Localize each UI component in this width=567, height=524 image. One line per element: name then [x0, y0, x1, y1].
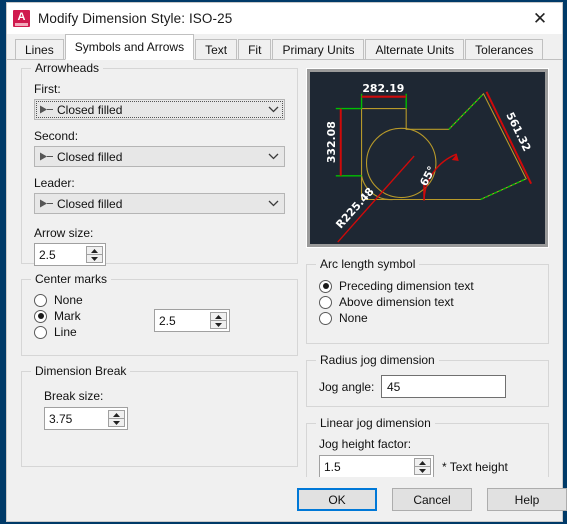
second-arrowhead-dropdown[interactable]: Closed filled — [34, 146, 285, 167]
center-mark-option-line-label: Line — [54, 325, 77, 339]
tab-symbols-and-arrows[interactable]: Symbols and Arrows — [64, 34, 195, 60]
window-title: Modify Dimension Style: ISO-25 — [38, 11, 233, 26]
title-bar: A Modify Dimension Style: ISO-25 ✕ — [7, 3, 562, 34]
radio-icon — [319, 279, 332, 293]
arrow-size-stepper[interactable] — [34, 243, 106, 266]
center-mark-option-none-label: None — [54, 293, 83, 307]
jog-height-suffix: * Text height — [442, 459, 508, 474]
second-arrowhead-value: Closed filled — [57, 149, 123, 164]
center-marks-group: Center marks None Mark Line 2.5 — [21, 272, 298, 356]
tab-tolerances[interactable]: Tolerances — [465, 39, 544, 59]
closed-filled-arrow-icon — [35, 199, 57, 208]
leader-arrowhead-value: Closed filled — [57, 196, 123, 211]
right-column: 282.19 332.08 561.32 R225.48 65° Arc len… — [306, 68, 549, 489]
radio-icon — [34, 309, 47, 323]
leader-arrowhead-dropdown[interactable]: Closed filled — [34, 193, 285, 214]
jog-height-decrement-button[interactable] — [414, 466, 431, 475]
left-column: Arrowheads First: Closed filled Second: — [21, 61, 298, 467]
arc-length-option-none[interactable]: None — [319, 311, 536, 325]
jog-angle-label: Jog angle: — [319, 379, 375, 394]
jog-angle-field[interactable] — [381, 375, 506, 398]
first-arrowhead-value: Closed filled — [57, 102, 123, 117]
arc-length-option-preceding-label: Preceding dimension text — [339, 279, 474, 293]
dimension-preview: 282.19 332.08 561.32 R225.48 65° — [306, 68, 549, 248]
arrow-size-input[interactable] — [35, 244, 86, 265]
break-size-increment-button[interactable] — [108, 410, 125, 418]
close-icon[interactable]: ✕ — [518, 3, 562, 34]
center-mark-option-mark[interactable]: Mark — [34, 309, 154, 323]
center-mark-size-stepper[interactable] — [154, 309, 230, 332]
dimension-break-legend: Dimension Break — [31, 364, 131, 378]
center-mark-size-input[interactable] — [155, 310, 210, 331]
radio-icon — [319, 295, 332, 309]
linear-jog-legend: Linear jog dimension — [316, 416, 435, 430]
arrow-size-increment-button[interactable] — [86, 246, 103, 254]
center-mark-size-decrement-button[interactable] — [210, 320, 227, 329]
break-size-stepper[interactable] — [44, 407, 128, 430]
jog-height-factor-input[interactable] — [320, 456, 414, 477]
radius-jog-legend: Radius jog dimension — [316, 353, 439, 367]
chevron-down-icon — [262, 153, 284, 160]
second-arrowhead-label: Second: — [34, 129, 79, 143]
arc-length-symbol-group: Arc length symbol Preceding dimension te… — [306, 257, 549, 344]
dimension-break-group: Dimension Break Break size: — [21, 364, 298, 467]
jog-angle-input[interactable] — [382, 379, 505, 394]
chevron-down-icon — [262, 106, 284, 113]
center-mark-size-increment-button[interactable] — [210, 312, 227, 320]
tab-lines[interactable]: Lines — [15, 39, 64, 59]
arrowheads-group: Arrowheads First: Closed filled Second: — [21, 61, 298, 266]
center-mark-option-none[interactable]: None — [34, 293, 154, 307]
jog-height-factor-label: Jog height factor: — [319, 437, 412, 451]
jog-height-factor-stepper[interactable] — [319, 455, 434, 478]
closed-filled-arrow-icon — [35, 105, 57, 114]
modify-dimension-style-dialog: A Modify Dimension Style: ISO-25 ✕ Lines… — [6, 2, 567, 522]
chevron-down-icon — [262, 200, 284, 207]
preview-label-top: 282.19 — [362, 82, 404, 95]
radius-jog-group: Radius jog dimension Jog angle: — [306, 353, 549, 407]
arrow-size-decrement-button[interactable] — [86, 254, 103, 263]
center-marks-legend: Center marks — [31, 272, 112, 286]
break-size-label: Break size: — [44, 389, 104, 403]
arrowheads-legend: Arrowheads — [31, 61, 104, 75]
tab-primary-units[interactable]: Primary Units — [272, 39, 365, 59]
tab-fit[interactable]: Fit — [238, 39, 272, 59]
first-arrowhead-dropdown[interactable]: Closed filled — [34, 99, 285, 120]
desktop-background: A Modify Dimension Style: ISO-25 ✕ Lines… — [0, 0, 567, 524]
radio-icon — [319, 311, 332, 325]
leader-arrowhead-label: Leader: — [34, 176, 75, 190]
arc-length-option-preceding[interactable]: Preceding dimension text — [319, 279, 536, 293]
preview-label-left: 332.08 — [325, 121, 338, 163]
tab-text[interactable]: Text — [195, 39, 238, 59]
autocad-icon: A — [13, 10, 30, 27]
break-size-decrement-button[interactable] — [108, 418, 125, 427]
dialog-footer: OK Cancel Help — [7, 477, 567, 521]
help-button[interactable]: Help — [487, 488, 567, 511]
preview-drawing: 282.19 332.08 561.32 R225.48 65° — [310, 72, 545, 244]
arc-length-option-above[interactable]: Above dimension text — [319, 295, 536, 309]
arc-length-option-none-label: None — [339, 311, 368, 325]
arc-length-option-above-label: Above dimension text — [339, 295, 454, 309]
tab-strip: Lines Symbols and Arrows Text Fit Primar… — [7, 34, 562, 60]
center-mark-option-mark-label: Mark — [54, 309, 81, 323]
cancel-button[interactable]: Cancel — [392, 488, 472, 511]
tab-alternate-units[interactable]: Alternate Units — [365, 39, 465, 59]
radio-icon — [34, 293, 47, 307]
break-size-input[interactable] — [45, 408, 108, 429]
radio-icon — [34, 325, 47, 339]
closed-filled-arrow-icon — [35, 152, 57, 161]
tab-content-symbols-and-arrows: Arrowheads First: Closed filled Second: — [7, 60, 562, 489]
arrow-size-label: Arrow size: — [34, 226, 94, 240]
first-arrowhead-label: First: — [34, 82, 61, 96]
jog-height-increment-button[interactable] — [414, 458, 431, 466]
arc-length-symbol-legend: Arc length symbol — [316, 257, 420, 271]
center-mark-option-line[interactable]: Line — [34, 325, 154, 339]
ok-button[interactable]: OK — [297, 488, 377, 511]
